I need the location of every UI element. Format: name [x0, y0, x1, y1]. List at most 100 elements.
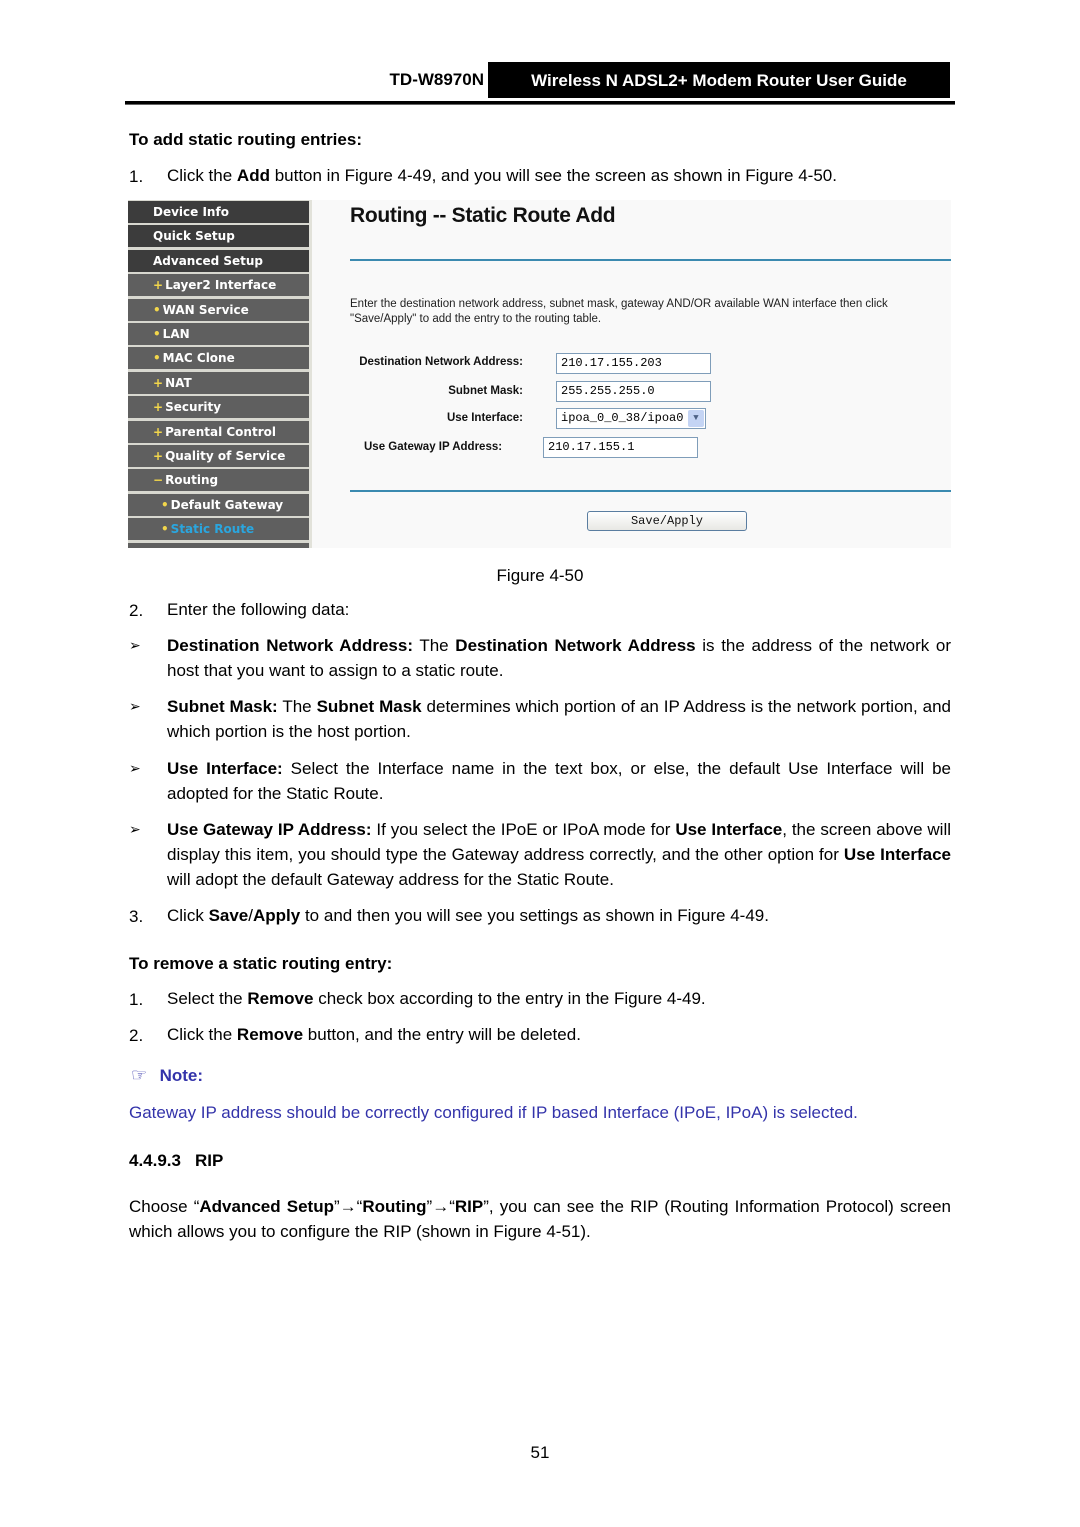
arrow-text: ”→“: [334, 1197, 363, 1216]
sidebar-item-quick-setup[interactable]: Quick Setup: [128, 225, 309, 248]
sidebar-item-parental-control[interactable]: + Parental Control: [128, 420, 309, 443]
expand-icon: +: [153, 449, 164, 463]
sidebar-nav: Device Info Quick Setup Advanced Setup + Lay…: [128, 200, 309, 548]
figure-description: Enter the destination network address, s…: [350, 298, 888, 325]
sidebar-item-label: RIP: [171, 547, 194, 548]
gateway-ip-label: Use Gateway IP Address:: [364, 441, 503, 453]
bold-text: Remove: [236, 1025, 304, 1044]
bold-text: Use Interface: [843, 845, 951, 864]
sidebar-item-routing[interactable]: − Routing: [128, 469, 309, 492]
bullet-icon: •: [161, 497, 169, 512]
bold-text: Destination Network Address: [455, 636, 696, 655]
bold-text: Use Gateway IP Address:: [167, 820, 372, 839]
sidebar-item-security[interactable]: + Security: [128, 396, 309, 419]
sidebar-item-device-info[interactable]: Device Info: [128, 201, 309, 223]
collapse-icon: −: [153, 473, 164, 488]
text: Click: [167, 906, 209, 925]
expand-icon: +: [153, 278, 164, 293]
sidebar-item-static-route[interactable]: • Static Route: [128, 518, 309, 541]
chevron-down-icon[interactable]: ▼: [688, 410, 704, 427]
step-number: 2.: [129, 601, 144, 620]
sidebar-item-quality-of-service[interactable]: + Quality of Service: [128, 445, 309, 467]
use-interface-select[interactable]: ipoa_0_0_38/ipoa0 ▼: [556, 408, 706, 429]
sidebar-item-label: Quick Setup: [153, 229, 235, 244]
text: The: [413, 636, 456, 655]
arrow-bullet-icon: ➢: [129, 637, 141, 653]
note-text: Gateway IP address should be correctly c…: [129, 1103, 858, 1122]
figure-top-rule: [350, 259, 951, 261]
sidebar-item-advanced-setup[interactable]: Advanced Setup: [128, 249, 309, 272]
header-rule: [125, 101, 955, 105]
sidebar-item-wan-service[interactable]: • WAN Service: [128, 298, 309, 321]
bullet-icon: •: [153, 302, 161, 317]
sidebar-item-label: Quality of Service: [165, 449, 286, 463]
text: will adopt the default Gateway address f…: [167, 870, 614, 889]
sidebar-item-label: MAC Clone: [162, 351, 235, 366]
sidebar-item-label: WAN Service: [162, 302, 249, 317]
dest-address-input[interactable]: 210.17.155.203: [556, 353, 711, 374]
sidebar-item-mac-clone[interactable]: • MAC Clone: [128, 347, 309, 370]
bold-text: RIP: [454, 1197, 484, 1216]
use-interface-label: Use Interface:: [446, 412, 523, 424]
section-number: 4.4.9.3: [129, 1151, 181, 1170]
rip-paragraph: Choose “Advanced Setup”→“Routing”→“RIP”,…: [129, 1194, 951, 1244]
subnet-mask-input[interactable]: 255.255.255.0: [556, 381, 711, 402]
text: button in Figure 4-49, and you will see …: [269, 166, 837, 185]
sidebar-item-label: Layer2 Interface: [165, 278, 277, 293]
sidebar-item-label: Static Route: [170, 522, 255, 537]
bold-text: Use Interface:: [167, 759, 283, 778]
bold-text: Subnet Mask:: [167, 697, 278, 716]
bullet-icon: •: [161, 547, 169, 548]
sidebar-item-label: Advanced Setup: [153, 253, 264, 268]
remove-step-1: Select the Remove check box according to…: [167, 986, 706, 1011]
sidebar-item-layer2-interface[interactable]: + Layer2 Interface: [128, 274, 309, 297]
sidebar-item-default-gateway[interactable]: • Default Gateway: [128, 493, 309, 516]
bullet-icon: •: [153, 327, 161, 341]
arrow-bullet-icon: ➢: [129, 698, 141, 714]
pointing-hand-icon: ☞: [131, 1065, 148, 1085]
step-2-text: Enter the following data:: [167, 600, 350, 619]
page-number: 51: [530, 1443, 550, 1462]
bullet-icon: •: [153, 351, 161, 366]
bold-text: Routing: [362, 1197, 427, 1216]
arrow-bullet-icon: ➢: [129, 821, 141, 837]
text: to and then you will see you settings as…: [300, 906, 769, 925]
step-3-text: Click Save/Apply to and then you will se…: [167, 903, 769, 928]
sidebar-item-nat[interactable]: + NAT: [128, 371, 309, 394]
sidebar-item-label: Device Info: [153, 205, 229, 219]
arrow-bullet-icon: ➢: [129, 760, 141, 776]
subnet-mask-label: Subnet Mask:: [448, 385, 523, 397]
gateway-ip-input[interactable]: 210.17.155.1: [543, 437, 698, 458]
sidebar-item-label: Routing: [165, 473, 219, 488]
sidebar-divider: [309, 200, 312, 548]
rip-heading: 4.4.9.3 RIP: [129, 1151, 223, 1171]
add-step-1: Click the Add button in Figure 4-49, and…: [167, 163, 957, 188]
text: Select the Interface name in the text bo…: [167, 759, 951, 803]
bold-text: Destination Network Address:: [167, 636, 413, 655]
sidebar-item-lan[interactable]: • LAN: [128, 323, 309, 345]
remove-heading: To remove a static routing entry:: [129, 954, 393, 973]
bold-text: Remove: [247, 989, 314, 1008]
sidebar-item-label: NAT: [165, 375, 192, 390]
header-guide-title: Wireless N ADSL2+ Modem Router User Guid…: [488, 62, 950, 98]
bold-text: Add: [236, 166, 270, 185]
bold-text: Use Interface: [675, 820, 783, 839]
bullet-use-interface: Use Interface: Select the Interface name…: [167, 756, 951, 806]
section-title: RIP: [195, 1151, 224, 1170]
note-label: Note:: [159, 1066, 204, 1085]
header-model: TD-W8970N: [389, 70, 484, 89]
bullet-subnet-mask: Subnet Mask: The Subnet Mask determines …: [167, 694, 951, 744]
text: check box according to the entry in the …: [313, 989, 706, 1008]
text: button, and the entry will be deleted.: [303, 1025, 581, 1044]
use-interface-value: ipoa_0_0_38/ipoa0: [561, 411, 684, 425]
note-block-heading: ☞ Note:: [131, 1065, 203, 1086]
figure-bottom-rule: [350, 490, 951, 492]
bold-text: Advanced Setup: [199, 1197, 334, 1216]
bullet-icon: •: [161, 522, 169, 537]
bullet-dest-address: Destination Network Address: The Destina…: [167, 633, 951, 683]
bullet-gateway-ip: Use Gateway IP Address: If you select th…: [167, 817, 951, 892]
sidebar-item-rip[interactable]: •RIP: [128, 542, 309, 548]
sidebar-item-label: Default Gateway: [170, 497, 284, 512]
save-apply-button[interactable]: Save/Apply: [587, 511, 747, 531]
expand-icon: +: [153, 424, 164, 439]
